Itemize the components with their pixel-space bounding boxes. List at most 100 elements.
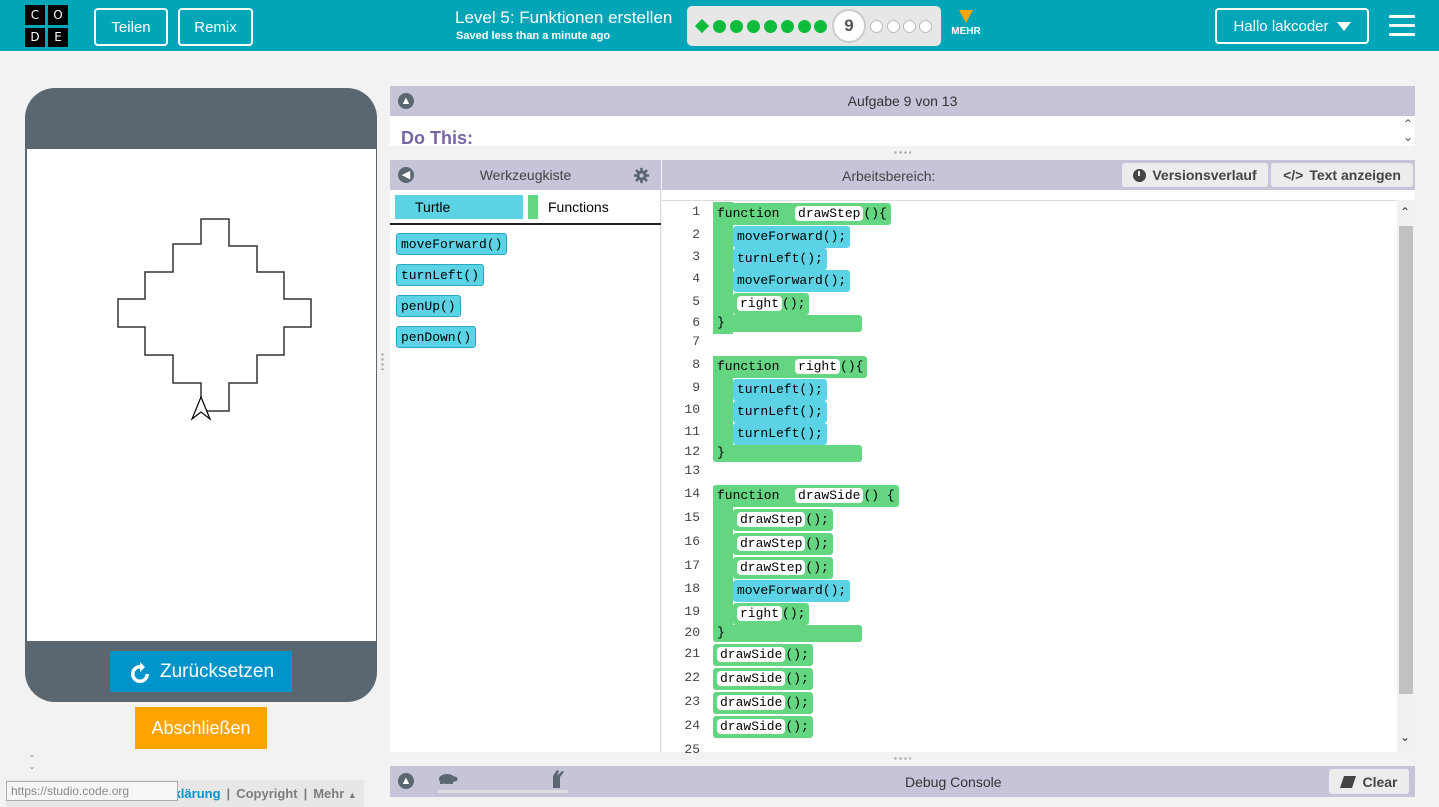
- code-block-call-drawside[interactable]: drawSide ();: [713, 668, 813, 690]
- vertical-resize-grip[interactable]: [380, 352, 386, 370]
- show-text-button[interactable]: </> Text anzeigen: [1271, 163, 1413, 187]
- clear-label: Clear: [1362, 773, 1398, 790]
- function-block-right[interactable]: function right(){: [713, 356, 868, 378]
- toggle-debug-icon[interactable]: ▲: [398, 773, 414, 789]
- logo-letter: D: [25, 27, 45, 47]
- code-block-call-right[interactable]: right ();: [733, 603, 810, 625]
- call-name: drawSide: [717, 671, 786, 686]
- progress-dot-empty[interactable]: [919, 20, 932, 33]
- current-puzzle-indicator[interactable]: 9: [832, 9, 866, 43]
- code-block-call-drawstep[interactable]: drawStep ();: [733, 533, 833, 555]
- remix-button[interactable]: Remix: [178, 8, 253, 46]
- scrollbar-thumb[interactable]: [1399, 226, 1413, 694]
- caret-down-icon: [1336, 21, 1351, 31]
- toolbox-block-penup[interactable]: penUp(): [396, 295, 461, 317]
- progress-dot-empty[interactable]: [903, 20, 916, 33]
- code-brackets-icon: </>: [1283, 167, 1304, 183]
- footer-more-label: Mehr: [313, 786, 345, 801]
- toolbox-block-turnleft[interactable]: turnLeft(): [396, 264, 485, 286]
- user-menu[interactable]: Hallo lakcoder: [1215, 8, 1369, 44]
- function-name[interactable]: right: [795, 359, 841, 374]
- progress-dot[interactable]: [747, 20, 760, 33]
- category-functions[interactable]: Functions: [528, 195, 653, 219]
- collapse-instructions-icon[interactable]: ▲: [398, 93, 414, 109]
- code-block-moveforward[interactable]: moveForward();: [733, 226, 851, 248]
- scroll-down-icon[interactable]: ⌄: [1400, 730, 1410, 744]
- reset-label: Zurücksetzen: [159, 660, 275, 682]
- code-block-turnleft[interactable]: turnLeft();: [733, 401, 827, 423]
- debug-resize-grip[interactable]: [893, 756, 911, 761]
- line-number: 13: [684, 463, 700, 478]
- call-name: right: [737, 296, 783, 311]
- code-workspace[interactable]: 1 2 3 4 5 6 7 8 9 10 11 12 13 14 15 16 1…: [662, 190, 1415, 757]
- small-scroll-arrows[interactable]: ⌃ ⌄: [25, 755, 39, 773]
- toolbox-header: ◀ Werkzeugkiste: [390, 160, 661, 190]
- turtle-drawing: [117, 218, 312, 421]
- code-org-logo[interactable]: C O D E: [25, 5, 69, 47]
- code-block-call-drawside[interactable]: drawSide ();: [713, 716, 813, 738]
- more-progress-button[interactable]: MEHR: [950, 10, 982, 37]
- version-history-button[interactable]: Versionsverlauf: [1122, 163, 1268, 187]
- puzzle-counter: Aufgabe 9 von 13: [847, 93, 958, 109]
- footer-more-link[interactable]: Mehr ▲: [313, 786, 357, 801]
- copyright-link[interactable]: Copyright: [236, 786, 297, 801]
- progress-dot[interactable]: [713, 20, 726, 33]
- code-block-call-drawside[interactable]: drawSide ();: [713, 644, 813, 666]
- progress-dot[interactable]: [814, 20, 827, 33]
- share-button[interactable]: Teilen: [94, 8, 168, 46]
- speed-slider-track[interactable]: [438, 790, 568, 793]
- workspace-top-border: [662, 200, 1398, 201]
- turtle-slow-icon: [439, 774, 458, 784]
- category-divider: [390, 223, 661, 225]
- code-block-turnleft[interactable]: turnLeft();: [733, 248, 827, 270]
- progress-dot[interactable]: [764, 20, 777, 33]
- code-block-call-drawstep[interactable]: drawStep ();: [733, 509, 833, 531]
- code-block-moveforward[interactable]: moveForward();: [733, 580, 851, 602]
- scroll-up-icon[interactable]: ⌃: [1400, 205, 1410, 219]
- reset-button[interactable]: Zurücksetzen: [110, 651, 292, 692]
- function-name[interactable]: drawStep: [795, 206, 864, 221]
- progress-dot[interactable]: [730, 20, 743, 33]
- finish-button[interactable]: Abschließen: [135, 707, 267, 749]
- logo-letter: E: [48, 27, 68, 47]
- progress-dot-empty[interactable]: [887, 20, 900, 33]
- footer-separator: |: [303, 786, 308, 801]
- code-punct: (){: [863, 206, 887, 221]
- turtle-canvas: [27, 149, 376, 641]
- code-block-moveforward[interactable]: moveForward();: [733, 270, 851, 292]
- line-number-gutter: 1 2 3 4 5 6 7 8 9 10 11 12 13 14 15 16 1…: [662, 200, 707, 757]
- line-number: 12: [684, 444, 700, 459]
- progress-dot-empty[interactable]: [870, 20, 883, 33]
- code-punct: () {: [863, 488, 895, 503]
- hamburger-menu-icon[interactable]: [1389, 15, 1415, 42]
- code-block-turnleft[interactable]: turnLeft();: [733, 423, 827, 445]
- code-block-turnleft[interactable]: turnLeft();: [733, 379, 827, 401]
- workspace-scrollbar[interactable]: ⌃ ⌄: [1397, 200, 1415, 752]
- code-block-call-right[interactable]: right ();: [733, 293, 810, 315]
- function-block-drawside[interactable]: function drawSide() {: [713, 485, 899, 507]
- code-block-call-drawside[interactable]: drawSide ();: [713, 692, 813, 714]
- call-name: drawSide: [717, 695, 786, 710]
- code-punct: ();: [785, 647, 809, 662]
- collapse-toolbox-icon[interactable]: ◀: [398, 167, 414, 183]
- function-name[interactable]: drawSide: [795, 488, 864, 503]
- progress-dot[interactable]: [781, 20, 794, 33]
- function-block-drawstep[interactable]: function drawStep(){: [713, 203, 891, 225]
- instructions-scroll-arrows[interactable]: ⌃ ⌄: [1403, 118, 1413, 144]
- horizontal-resize-grip[interactable]: [893, 150, 911, 155]
- code-punct: ();: [782, 296, 806, 311]
- line-number: 10: [684, 402, 700, 417]
- line-number: 20: [684, 625, 700, 640]
- progress-dot-assessment[interactable]: [694, 18, 710, 34]
- level-title: Level 5: Funktionen erstellen: [455, 8, 673, 27]
- code-block-call-drawstep[interactable]: drawStep ();: [733, 557, 833, 579]
- toolbox-block-moveforward[interactable]: moveForward(): [396, 233, 508, 255]
- progress-dot[interactable]: [798, 20, 811, 33]
- triangle-down-icon: [959, 10, 973, 23]
- call-name: drawStep: [737, 536, 806, 551]
- category-turtle[interactable]: Turtle: [395, 195, 523, 219]
- line-number: 16: [684, 534, 700, 549]
- toolbox-block-pendown[interactable]: penDown(): [396, 326, 477, 348]
- clear-console-button[interactable]: Clear: [1329, 769, 1409, 794]
- gear-icon[interactable]: [633, 167, 650, 184]
